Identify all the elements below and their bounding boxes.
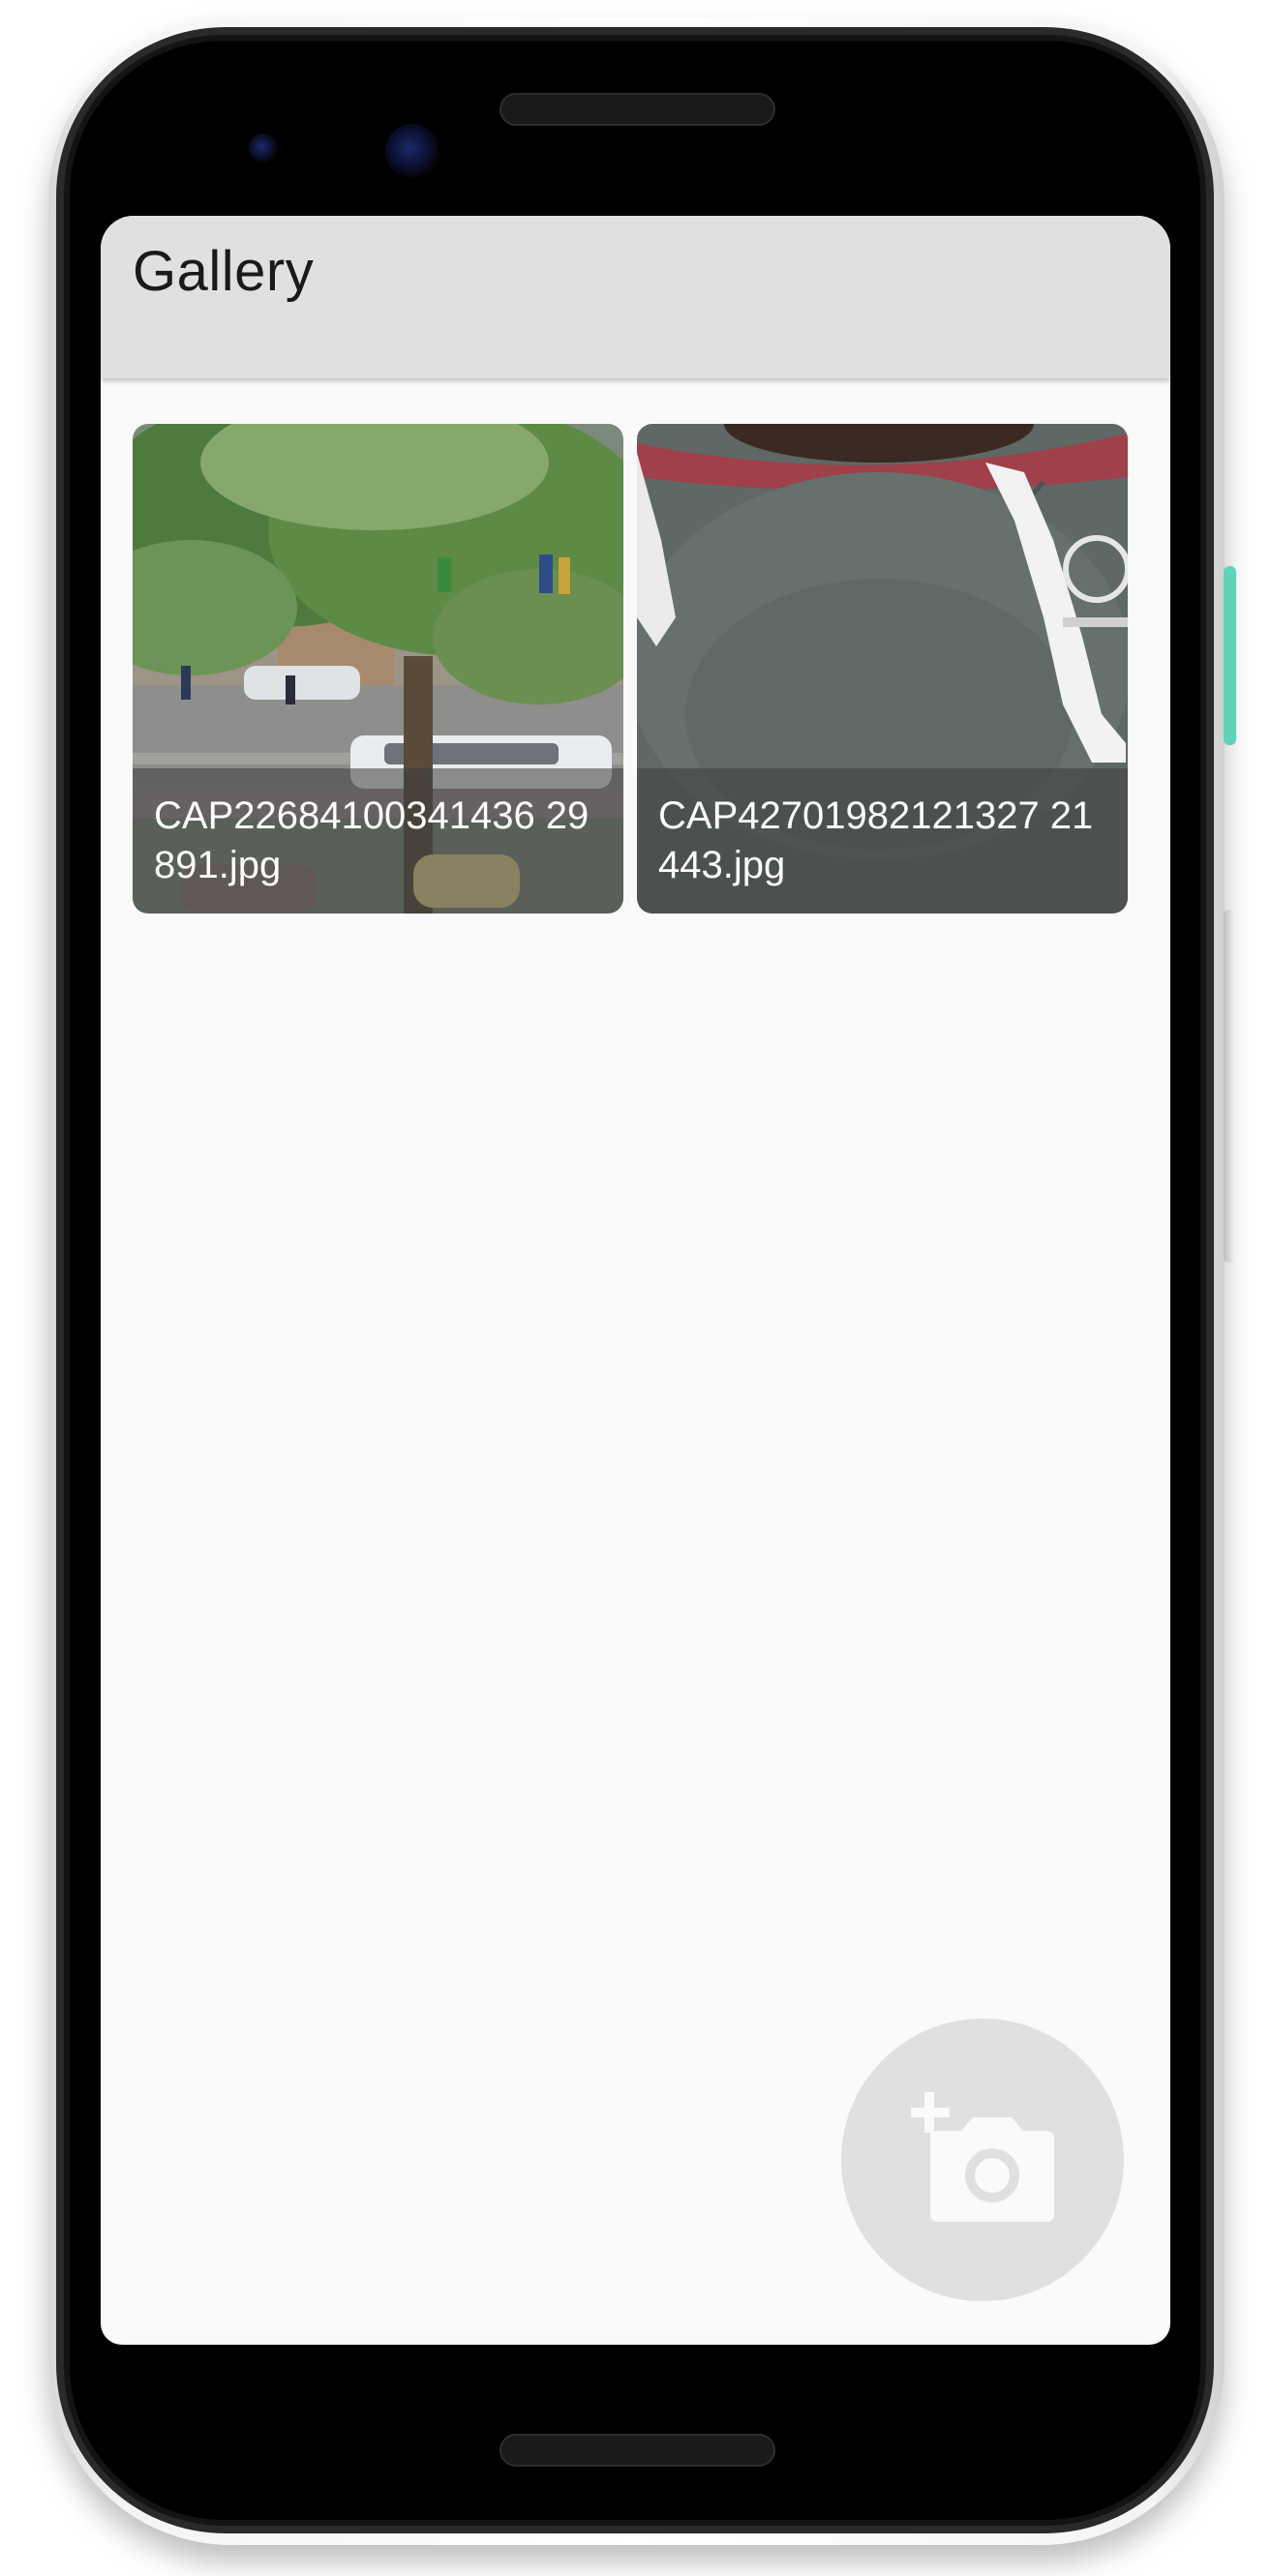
gallery-item[interactable]: CAP22684100341436 29891.jpg — [133, 424, 623, 914]
top-speaker — [499, 93, 775, 126]
caption-overlay: CAP22684100341436 29891.jpg — [133, 768, 623, 914]
front-camera — [385, 124, 439, 178]
gallery-grid: CAP22684100341436 29891.jpg CAP427019821… — [133, 424, 1139, 917]
volume-button — [1224, 910, 1234, 1263]
app-bar: Gallery — [101, 216, 1170, 378]
gallery-item[interactable]: CAP42701982121327 21443.jpg — [637, 424, 1128, 914]
caption-overlay: CAP42701982121327 21443.jpg — [637, 768, 1128, 914]
page-title: Gallery — [133, 240, 315, 303]
power-button — [1224, 566, 1236, 745]
bottom-speaker — [499, 2434, 775, 2467]
add-a-photo-icon — [911, 2092, 1054, 2222]
add-photo-fab[interactable] — [841, 2019, 1124, 2301]
file-name-label: CAP42701982121327 21443.jpg — [658, 794, 1094, 886]
file-name-label: CAP22684100341436 29891.jpg — [154, 794, 590, 886]
front-sensor — [249, 134, 278, 163]
app-screen: Gallery CAP22684100341436 29891.jpg CAP4… — [101, 216, 1170, 2345]
